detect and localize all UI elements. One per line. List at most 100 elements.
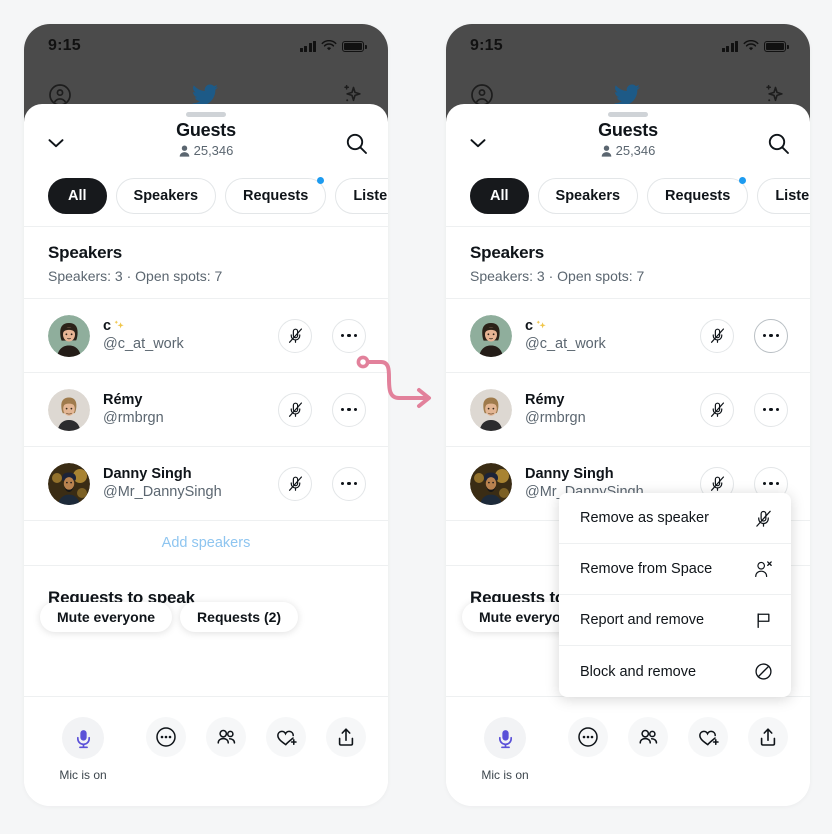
guests-sheet: Guests 25,346 All Speakers Requests List… <box>24 104 388 806</box>
mic-status-label: Mic is on <box>481 768 529 782</box>
speaker-handle: @c_at_work <box>525 336 606 352</box>
tab-label: Speakers <box>133 188 199 204</box>
more-circle-icon[interactable] <box>568 717 608 757</box>
avatar <box>470 314 512 357</box>
more-horizontal-icon[interactable] <box>332 318 366 353</box>
more-dots <box>762 481 780 486</box>
section-title: Speakers <box>470 243 545 262</box>
mic-muted-icon <box>752 507 774 529</box>
more-dots <box>340 407 358 412</box>
menu-item-report-and-remove[interactable]: Report and remove <box>559 595 791 646</box>
mic-muted-icon[interactable] <box>700 318 734 353</box>
cellular-bars-icon <box>721 40 738 52</box>
tab-label: Speakers <box>555 188 621 204</box>
speakers-section-header: Speakers Speakers: 3 · Open spots: 7 <box>446 227 810 298</box>
speaker-name-line: Rémy <box>103 391 258 409</box>
status-bar: 9:15 <box>24 24 388 68</box>
speaker-row[interactable]: c @c_at_work <box>24 298 388 372</box>
people-icon[interactable] <box>628 717 668 757</box>
cellular-bars-icon <box>299 40 316 52</box>
search-icon[interactable] <box>767 132 790 155</box>
tab-requests[interactable]: Requests <box>647 177 749 214</box>
share-icon[interactable] <box>748 717 788 757</box>
sparkles-emoji <box>536 320 546 329</box>
page-title: Guests <box>176 120 236 140</box>
add-speakers-button[interactable]: Add speakers <box>24 520 388 566</box>
chevron-down-icon[interactable] <box>466 131 490 155</box>
microphone-icon[interactable] <box>484 717 526 759</box>
more-circle-icon[interactable] <box>146 717 186 757</box>
page-title: Guests <box>598 120 658 140</box>
speaker-row[interactable]: Rémy @rmbrgn <box>446 372 810 446</box>
microphone-icon[interactable] <box>62 717 104 759</box>
speaker-name: c <box>525 318 534 334</box>
mic-status-label: Mic is on <box>59 768 107 782</box>
avatar <box>48 314 90 357</box>
guest-count: 25,346 <box>446 142 810 159</box>
tab-requests[interactable]: Requests <box>225 177 327 214</box>
status-indicators <box>299 40 367 52</box>
chevron-down-icon[interactable] <box>44 131 68 155</box>
speaker-name-line: c <box>103 317 258 335</box>
phone-panel-after: 9:15 Guests 25,346 All Speakers Requests… <box>446 24 810 806</box>
mute-everyone-button[interactable]: Mute everyone <box>40 602 173 632</box>
menu-item-remove-from-space[interactable]: Remove from Space <box>559 544 791 595</box>
more-horizontal-icon[interactable] <box>754 392 788 427</box>
tab-label: Listening <box>775 188 810 204</box>
sheet-header: Guests 25,346 <box>446 117 810 169</box>
tab-label: Requests <box>243 188 309 204</box>
speaker-name: Danny Singh <box>525 466 614 482</box>
requests-action-pills: Mute everyone Requests (2) <box>40 602 299 632</box>
heart-plus-icon[interactable] <box>688 717 728 757</box>
mic-control[interactable]: Mic is on <box>46 717 120 782</box>
menu-item-remove-as-speaker[interactable]: Remove as speaker <box>559 493 791 544</box>
speaker-handle: @rmbrgn <box>525 410 586 426</box>
tab-listening[interactable]: Listening <box>757 178 810 214</box>
status-indicators <box>721 40 789 52</box>
phone-panel-before: 9:15 Guests 25,346 All Speakers Requests… <box>24 24 388 806</box>
more-dots <box>340 333 358 338</box>
share-icon[interactable] <box>326 717 366 757</box>
section-title: Speakers <box>48 243 123 262</box>
speaker-name: Rémy <box>525 392 565 408</box>
tab-speakers[interactable]: Speakers <box>115 178 217 214</box>
speaker-name: Danny Singh <box>103 466 192 482</box>
more-dots <box>340 481 358 486</box>
tab-listening[interactable]: Listening <box>335 178 388 214</box>
speaker-row[interactable]: c @c_at_work <box>446 298 810 372</box>
tab-speakers[interactable]: Speakers <box>537 178 639 214</box>
more-dots <box>762 407 780 412</box>
more-horizontal-icon[interactable] <box>754 318 788 353</box>
bottom-actions <box>542 717 788 757</box>
status-time: 9:15 <box>48 37 81 54</box>
speaker-handle: @c_at_work <box>103 336 184 352</box>
mic-muted-icon[interactable] <box>278 318 312 353</box>
speaker-row[interactable]: Rémy @rmbrgn <box>24 372 388 446</box>
speaker-name-line: Danny Singh <box>525 465 680 483</box>
guest-count: 25,346 <box>24 142 388 159</box>
notification-dot <box>739 177 747 184</box>
more-horizontal-icon[interactable] <box>332 392 366 427</box>
menu-item-label: Remove as speaker <box>580 510 709 526</box>
speaker-name-line: c <box>525 317 680 335</box>
avatar <box>48 462 90 505</box>
mic-control[interactable]: Mic is on <box>468 717 542 782</box>
tab-label: All <box>490 188 509 204</box>
speaker-identity: Danny Singh @Mr_DannySingh <box>103 465 258 502</box>
heart-plus-icon[interactable] <box>266 717 306 757</box>
mic-muted-icon[interactable] <box>700 392 734 427</box>
speaker-row[interactable]: Danny Singh @Mr_DannySingh <box>24 446 388 520</box>
more-horizontal-icon[interactable] <box>332 466 366 501</box>
speaker-identity: c @c_at_work <box>103 317 258 354</box>
tab-all[interactable]: All <box>48 178 107 214</box>
menu-item-block-and-remove[interactable]: Block and remove <box>559 646 791 697</box>
tab-all[interactable]: All <box>470 178 529 214</box>
people-icon[interactable] <box>206 717 246 757</box>
mic-muted-icon[interactable] <box>278 392 312 427</box>
mic-muted-icon[interactable] <box>278 466 312 501</box>
search-icon[interactable] <box>345 132 368 155</box>
wifi-icon <box>321 40 337 51</box>
speaker-context-menu: Remove as speaker Remove from Space Repo… <box>559 493 791 697</box>
speaker-identity: c @c_at_work <box>525 317 680 354</box>
requests-button[interactable]: Requests (2) <box>180 602 299 632</box>
